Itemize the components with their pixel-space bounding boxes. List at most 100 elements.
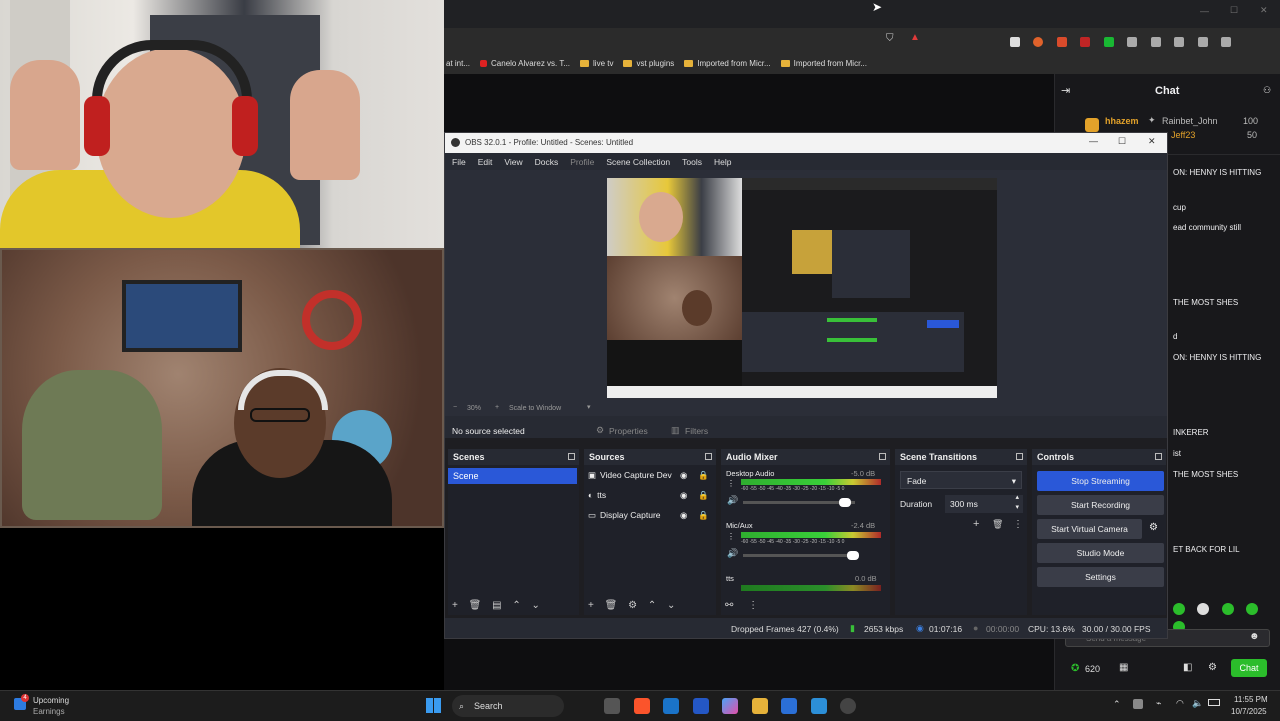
- popout-icon[interactable]: [705, 453, 712, 460]
- bookmark-folder[interactable]: Imported from Micr...: [684, 59, 771, 68]
- outlook-icon[interactable]: [663, 698, 679, 714]
- channel-points-icon[interactable]: ✪: [1071, 663, 1079, 674]
- close-icon[interactable]: ✕: [1148, 136, 1156, 147]
- menu-scene-collection[interactable]: Scene Collection: [606, 157, 670, 167]
- clip-icon[interactable]: ◧: [1183, 662, 1192, 673]
- settings-icon[interactable]: ⚙: [1208, 662, 1217, 673]
- stepper-icon[interactable]: ▴ ▾: [1015, 493, 1019, 513]
- channel-points[interactable]: 620: [1085, 664, 1100, 674]
- stop-streaming-button[interactable]: Stop Streaming: [1037, 471, 1164, 491]
- bookmark-folder[interactable]: vst plugins: [623, 59, 674, 68]
- clock-time[interactable]: 11:55 PM: [1234, 695, 1268, 704]
- move-down-icon[interactable]: ⌄: [532, 600, 540, 611]
- eye-icon[interactable]: ◉: [680, 470, 687, 481]
- top-user[interactable]: hhazem: [1105, 116, 1139, 126]
- bookmark-folder[interactable]: live tv: [580, 59, 613, 68]
- lock-icon[interactable]: 🔒: [698, 510, 709, 521]
- clock-date[interactable]: 10/7/2025: [1231, 707, 1267, 716]
- lock-icon[interactable]: 🔒: [698, 490, 709, 501]
- tray-app-icon[interactable]: [1133, 699, 1143, 709]
- gifter-name[interactable]: Jeff23: [1171, 130, 1195, 140]
- emote-picker-icon[interactable]: ☻: [1249, 631, 1260, 642]
- menu-profile[interactable]: Profile: [570, 157, 594, 167]
- windows-start-icon[interactable]: [426, 698, 441, 713]
- popout-icon[interactable]: [1016, 453, 1023, 460]
- task-view-icon[interactable]: [604, 698, 620, 714]
- scale-mode[interactable]: Scale to Window: [509, 405, 561, 412]
- source-item[interactable]: ▣ Video Capture Dev ◉ 🔒: [588, 470, 714, 486]
- gifter-name[interactable]: Rainbet_John: [1162, 116, 1218, 126]
- minimize-icon[interactable]: —: [1089, 136, 1098, 146]
- volume-icon[interactable]: 🔈: [1192, 698, 1203, 709]
- alert-icon[interactable]: ▲: [910, 32, 920, 43]
- taskbar-search[interactable]: ⌕ Search: [452, 695, 564, 717]
- trash-icon[interactable]: 🗑: [605, 600, 618, 611]
- vscode-icon[interactable]: [811, 698, 827, 714]
- popout-icon[interactable]: [1155, 453, 1162, 460]
- minimize-icon[interactable]: —: [1200, 6, 1209, 16]
- gear-icon[interactable]: ⚙: [628, 600, 637, 611]
- battery-icon[interactable]: [1208, 699, 1220, 706]
- close-icon[interactable]: ✕: [1260, 5, 1268, 16]
- collapse-chat-icon[interactable]: ⇥: [1061, 84, 1070, 97]
- settings-button[interactable]: Settings: [1037, 567, 1164, 587]
- menu-tools[interactable]: Tools: [682, 157, 702, 167]
- gear-icon[interactable]: ⚙: [596, 425, 604, 436]
- menu-edit[interactable]: Edit: [478, 157, 493, 167]
- zoom-in-icon[interactable]: +: [495, 404, 499, 411]
- bookmark-folder[interactable]: Imported from Micr...: [780, 59, 867, 68]
- brave-icon[interactable]: [634, 698, 650, 714]
- menu-help[interactable]: Help: [714, 157, 731, 167]
- popout-icon[interactable]: [568, 453, 575, 460]
- add-icon[interactable]: +: [588, 600, 594, 611]
- zoom-out-icon[interactable]: −: [453, 404, 457, 411]
- store-icon[interactable]: [781, 698, 797, 714]
- speaker-icon[interactable]: 🔊: [727, 548, 738, 559]
- menu-view[interactable]: View: [504, 157, 522, 167]
- source-item[interactable]: ◐ tts ◉ 🔒: [588, 490, 714, 506]
- wifi-icon[interactable]: ◠: [1176, 698, 1184, 709]
- bookmark-item[interactable]: Canelo Alvarez vs. T...: [480, 59, 570, 68]
- link-icon[interactable]: ⚯: [725, 600, 733, 611]
- users-icon[interactable]: ⚇: [1263, 85, 1271, 96]
- usb-icon[interactable]: ⌁: [1156, 698, 1161, 709]
- obs-icon[interactable]: [840, 698, 856, 714]
- menu-file[interactable]: File: [452, 157, 466, 167]
- volume-slider[interactable]: [743, 551, 859, 560]
- lock-icon[interactable]: 🔒: [698, 470, 709, 481]
- widgets-button[interactable]: 4 Upcoming Earnings: [14, 693, 94, 719]
- shield-icon[interactable]: ⛉: [886, 33, 894, 44]
- kebab-menu-icon[interactable]: ⋮: [727, 532, 735, 541]
- eye-icon[interactable]: ◉: [680, 490, 687, 501]
- maximize-icon[interactable]: ☐: [1230, 5, 1238, 16]
- start-recording-button[interactable]: Start Recording: [1037, 495, 1164, 515]
- filter-icon[interactable]: ▥: [671, 425, 680, 436]
- chat-send-button[interactable]: Chat: [1231, 659, 1267, 677]
- move-down-icon[interactable]: ⌄: [667, 600, 675, 611]
- app-l-icon[interactable]: [693, 698, 709, 714]
- start-virtual-camera-button[interactable]: Start Virtual Camera: [1037, 519, 1142, 539]
- transition-select[interactable]: Fade ▾: [900, 471, 1022, 489]
- store-icon[interactable]: ▦: [1119, 662, 1128, 673]
- file-explorer-icon[interactable]: [752, 698, 768, 714]
- copilot-icon[interactable]: [722, 698, 738, 714]
- move-up-icon[interactable]: ⌃: [648, 600, 656, 611]
- scene-item[interactable]: Scene: [448, 468, 577, 484]
- slider-handle[interactable]: [847, 551, 859, 560]
- tray-chevron-icon[interactable]: ⌃: [1113, 699, 1121, 710]
- kebab-menu-icon[interactable]: ⋮: [1013, 519, 1023, 530]
- kebab-menu-icon[interactable]: ⋮: [748, 600, 758, 611]
- preview-canvas[interactable]: [607, 178, 997, 398]
- add-icon[interactable]: +: [452, 600, 458, 611]
- trash-icon[interactable]: 🗑: [469, 600, 482, 611]
- volume-slider[interactable]: [743, 498, 855, 507]
- extension-icons[interactable]: [1010, 34, 1260, 65]
- chevron-down-icon[interactable]: ▾: [587, 403, 591, 411]
- menu-docks[interactable]: Docks: [535, 157, 559, 167]
- duration-input[interactable]: 300 ms ▴ ▾: [945, 493, 1023, 513]
- properties-button[interactable]: Properties: [609, 426, 648, 436]
- add-icon[interactable]: +: [973, 518, 979, 530]
- eye-icon[interactable]: ◉: [680, 510, 687, 521]
- popout-icon[interactable]: [879, 453, 886, 460]
- bookmark-item[interactable]: at int...: [446, 59, 470, 68]
